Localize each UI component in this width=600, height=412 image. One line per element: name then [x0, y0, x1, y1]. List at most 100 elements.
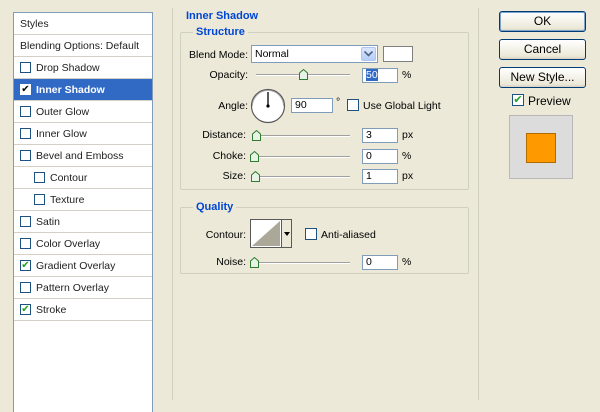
- style-item-contour[interactable]: Contour: [14, 167, 152, 189]
- choke-slider-thumb[interactable]: [250, 151, 259, 162]
- distance-input[interactable]: 3: [362, 128, 398, 143]
- quality-title: Quality: [193, 201, 237, 213]
- size-slider-track[interactable]: [256, 176, 350, 178]
- preview-checkbox[interactable]: ✔: [512, 94, 524, 106]
- contour-picker[interactable]: [250, 219, 292, 248]
- inner-shadow-checkbox[interactable]: ✔: [20, 84, 31, 95]
- panel-divider-right: [478, 8, 479, 400]
- preview-swatch: [526, 133, 556, 163]
- noise-value: 0: [366, 256, 372, 268]
- preview-box: [509, 115, 573, 179]
- style-item-label: Texture: [50, 193, 85, 206]
- panel-divider: [172, 8, 173, 400]
- contour-dropdown-button[interactable]: [281, 220, 291, 247]
- style-item-bevel-and-emboss[interactable]: Bevel and Emboss: [14, 145, 152, 167]
- chevron-down-icon: [283, 231, 290, 236]
- size-label: Size:: [222, 170, 246, 182]
- style-item-label: Inner Shadow: [36, 83, 105, 96]
- bevel-and-emboss-checkbox[interactable]: [20, 150, 31, 161]
- gradient-overlay-checkbox[interactable]: ✔: [20, 260, 31, 271]
- noise-input[interactable]: 0: [362, 255, 398, 270]
- distance-value: 3: [366, 129, 372, 141]
- outer-glow-checkbox[interactable]: [20, 106, 31, 117]
- stroke-checkbox[interactable]: ✔: [20, 304, 31, 315]
- noise-unit: %: [402, 256, 412, 268]
- style-item-label: Bevel and Emboss: [36, 149, 124, 162]
- new-style-button[interactable]: New Style...: [499, 67, 586, 88]
- style-item-texture[interactable]: Texture: [14, 189, 152, 211]
- blend-mode-select[interactable]: Normal: [251, 45, 378, 63]
- style-item-label: Contour: [50, 171, 88, 184]
- style-item-label: Drop Shadow: [36, 61, 100, 74]
- style-item-label: Satin: [36, 215, 60, 228]
- choke-slider-track[interactable]: [256, 156, 350, 158]
- structure-title: Structure: [193, 26, 248, 38]
- distance-slider-thumb[interactable]: [252, 130, 261, 141]
- size-slider-thumb[interactable]: [251, 171, 260, 182]
- styles-list: Styles Blending Options: Default Drop Sha…: [13, 12, 153, 412]
- style-item-inner-shadow[interactable]: ✔ Inner Shadow: [14, 79, 152, 101]
- use-global-light-checkbox[interactable]: [347, 99, 359, 111]
- angle-value: 90: [295, 99, 307, 111]
- satin-checkbox[interactable]: [20, 216, 31, 227]
- distance-label: Distance:: [202, 129, 246, 141]
- opacity-slider-thumb[interactable]: [299, 69, 308, 80]
- cancel-button[interactable]: Cancel: [499, 39, 586, 60]
- opacity-value: 50: [366, 69, 378, 81]
- choke-label: Choke:: [212, 150, 246, 162]
- noise-label: Noise:: [216, 256, 246, 268]
- style-item-label: Color Overlay: [36, 237, 101, 250]
- blend-mode-value: Normal: [255, 48, 289, 60]
- panel-title: Inner Shadow: [186, 10, 259, 22]
- size-input[interactable]: 1: [362, 169, 398, 184]
- shadow-color-swatch[interactable]: [383, 46, 413, 62]
- contour-label: Contour:: [205, 229, 246, 241]
- choke-input[interactable]: 0: [362, 149, 398, 164]
- style-item-satin[interactable]: Satin: [14, 211, 152, 233]
- noise-slider-track[interactable]: [256, 262, 350, 264]
- chevron-down-icon[interactable]: [361, 47, 376, 61]
- choke-unit: %: [402, 150, 412, 162]
- pattern-overlay-checkbox[interactable]: [20, 282, 31, 293]
- size-value: 1: [366, 170, 372, 182]
- opacity-unit: %: [402, 69, 412, 81]
- style-item-pattern-overlay[interactable]: Pattern Overlay: [14, 277, 152, 299]
- style-item-label: Outer Glow: [36, 105, 90, 118]
- use-global-light-label: Use Global Light: [363, 100, 441, 112]
- blend-mode-label: Blend Mode:: [189, 49, 248, 61]
- contour-preview-icon: [252, 221, 280, 246]
- style-item-gradient-overlay[interactable]: ✔ Gradient Overlay: [14, 255, 152, 277]
- style-item-label: Stroke: [36, 303, 67, 316]
- noise-slider-thumb[interactable]: [250, 257, 259, 268]
- preview-label: Preview: [528, 94, 571, 108]
- style-item-stroke[interactable]: ✔ Stroke: [14, 299, 152, 321]
- anti-aliased-checkbox[interactable]: [305, 228, 317, 240]
- color-overlay-checkbox[interactable]: [20, 238, 31, 249]
- texture-checkbox[interactable]: [34, 194, 45, 205]
- size-unit: px: [402, 170, 414, 182]
- style-item-label: Inner Glow: [36, 127, 87, 140]
- angle-input[interactable]: 90: [291, 98, 333, 113]
- inner-glow-checkbox[interactable]: [20, 128, 31, 139]
- distance-slider-track[interactable]: [256, 135, 350, 137]
- angle-unit: °: [336, 96, 341, 108]
- style-item-outer-glow[interactable]: Outer Glow: [14, 101, 152, 123]
- anti-aliased-label: Anti-aliased: [321, 229, 376, 241]
- drop-shadow-checkbox[interactable]: [20, 62, 31, 73]
- opacity-label: Opacity:: [209, 69, 248, 81]
- opacity-input[interactable]: 50: [362, 68, 398, 83]
- contour-checkbox[interactable]: [34, 172, 45, 183]
- style-item-drop-shadow[interactable]: Drop Shadow: [14, 57, 152, 79]
- distance-unit: px: [402, 129, 414, 141]
- style-item-blending-options[interactable]: Blending Options: Default: [14, 35, 152, 57]
- style-item-label: Blending Options: Default: [20, 39, 140, 52]
- angle-label: Angle:: [218, 100, 248, 112]
- ok-button[interactable]: OK: [499, 11, 586, 32]
- style-item-inner-glow[interactable]: Inner Glow: [14, 123, 152, 145]
- style-item-color-overlay[interactable]: Color Overlay: [14, 233, 152, 255]
- styles-list-header: Styles: [14, 13, 152, 35]
- choke-value: 0: [366, 150, 372, 162]
- style-item-label: Pattern Overlay: [36, 281, 109, 294]
- styles-header-label: Styles: [20, 17, 49, 30]
- angle-dial[interactable]: [250, 88, 286, 124]
